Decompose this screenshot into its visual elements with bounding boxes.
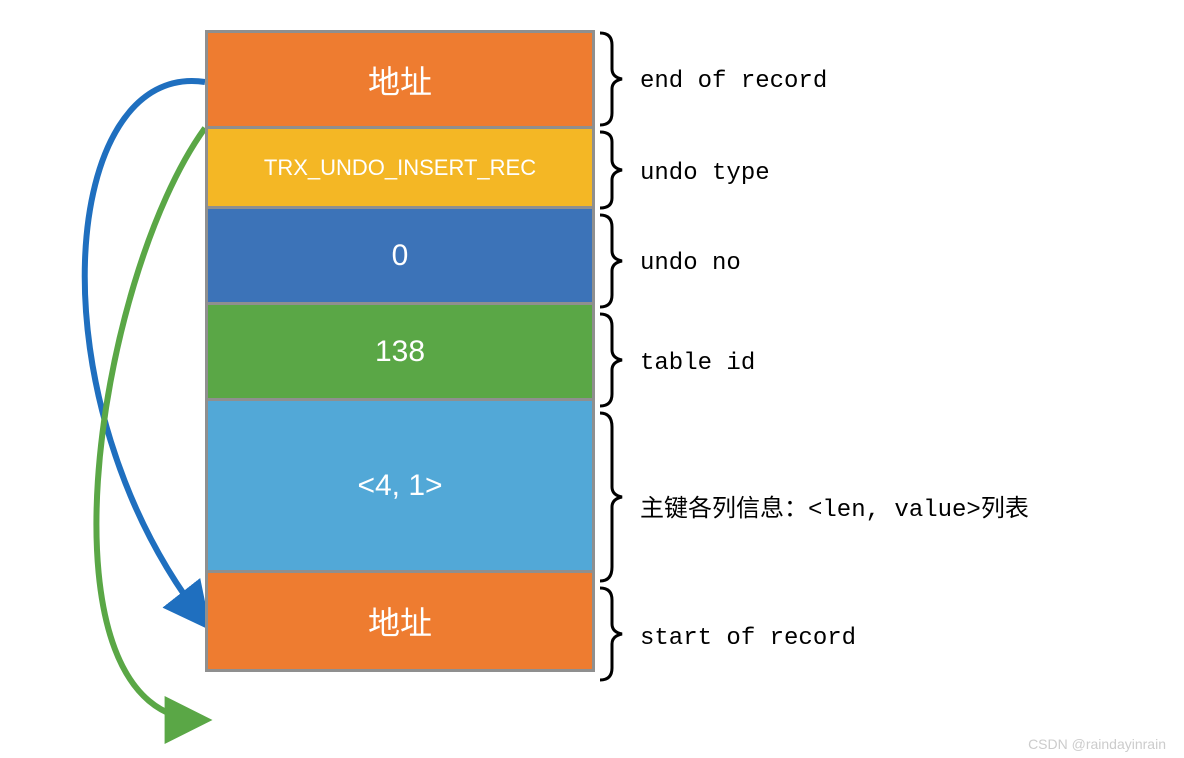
label-start-of-record: start of record — [640, 625, 856, 652]
brace-icon — [600, 588, 622, 680]
braces-layer — [0, 20, 1184, 750]
brace-icon — [600, 413, 622, 581]
watermark: CSDN @raindayinrain — [1028, 736, 1166, 752]
brace-icon — [600, 33, 622, 125]
label-undo-no: undo no — [640, 250, 741, 277]
brace-icon — [600, 314, 622, 406]
label-pk-columns: 主键各列信息：<len, value>列表 — [640, 488, 1029, 524]
brace-icon — [600, 215, 622, 307]
brace-icon — [600, 132, 622, 208]
label-undo-type: undo type — [640, 160, 770, 187]
label-table-id: table id — [640, 350, 755, 377]
label-end-of-record: end of record — [640, 68, 827, 95]
diagram-container: 地址 TRX_UNDO_INSERT_REC 0 138 <4, 1> 地址 — [0, 20, 1184, 750]
